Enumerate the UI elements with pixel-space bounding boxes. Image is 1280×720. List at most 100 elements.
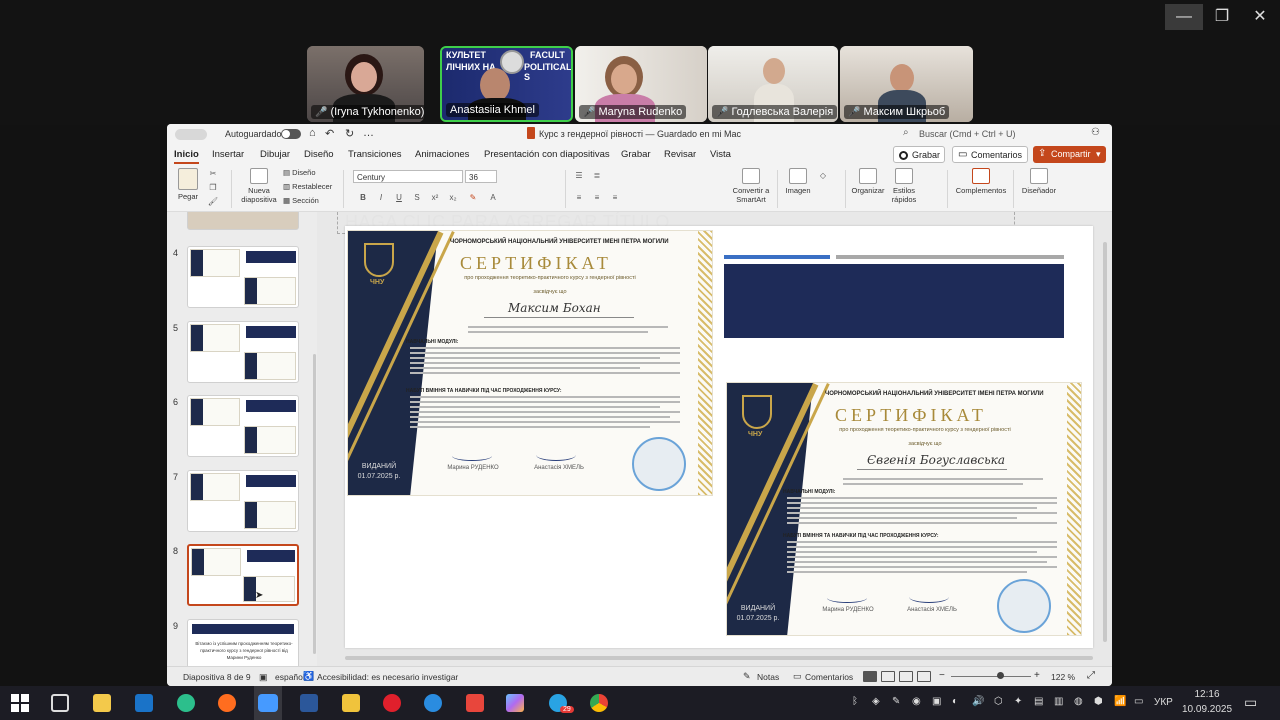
tray-app-icon[interactable]: ⬢ [1094,696,1103,707]
outlook-icon[interactable] [135,694,153,712]
windows-start-icon[interactable] [11,694,29,712]
spelling-icon[interactable]: ▣ [259,672,268,683]
bullets-icon[interactable]: ☰ [573,170,585,181]
normal-view-icon[interactable] [863,671,877,682]
tab-revisar[interactable]: Revisar [664,149,696,160]
zoom-slider-handle[interactable] [997,672,1004,679]
tray-app-icon[interactable]: ▥ [1054,696,1063,707]
participant-tile-active[interactable]: КУЛЬТЕТ ЛІЧНИХ НА FACULT POLITICAL S Ana… [440,46,573,122]
tray-app-icon[interactable]: ◍ [1074,696,1083,707]
cut-icon[interactable]: ✂ [207,168,219,179]
restore-button[interactable]: ❐ [1203,4,1241,30]
input-language[interactable]: УКР [1154,697,1173,708]
share-button[interactable]: ⇪ Compartir ▾ [1033,146,1106,163]
arrange-button[interactable]: Organizar [851,168,885,195]
accessibility-icon[interactable]: ♿ [303,671,314,682]
slide-thumbnail-4[interactable] [187,246,299,308]
superscript-icon[interactable]: x² [429,192,441,203]
accessibility-status[interactable]: Accesibilidad: es necesario investigar [317,672,458,682]
current-slide[interactable]: ЧНУ ЧОРНОМОРСЬКИЙ НАЦІОНАЛЬНИЙ УНІВЕРСИТ… [345,226,1093,648]
bold-icon[interactable]: B [357,192,369,203]
participant-tile[interactable]: 🎤 (Iryna Tykhonenko) [307,46,424,122]
slide-thumbnail-9[interactable]: Вітаємо із успішним проходженням теорети… [187,619,299,666]
more-icon[interactable]: … [363,127,374,139]
layout-button[interactable]: ▤ Diseño [283,168,316,177]
minimize-button[interactable]: — [1165,4,1203,30]
task-view-icon[interactable] [51,694,69,712]
search-input[interactable]: Buscar (Cmd + Ctrl + U) [919,129,1016,139]
copy-icon[interactable]: ❐ [207,182,219,193]
comments-status-button[interactable]: Comentarios [805,672,853,682]
font-family-select[interactable]: Century [353,170,463,183]
font-size-select[interactable]: 36 [465,170,497,183]
addins-button[interactable]: Complementos [953,168,1009,195]
search-icon[interactable]: ⌕ [903,127,909,138]
edge-icon[interactable] [177,694,195,712]
wps-office-icon[interactable] [466,694,484,712]
zoom-out-icon[interactable]: − [939,670,945,681]
speaker-icon[interactable]: 🔊 [972,696,984,707]
tab-diseno[interactable]: Diseño [304,149,334,160]
tab-animaciones[interactable]: Animaciones [415,149,469,160]
word-icon[interactable] [300,694,318,712]
italic-icon[interactable]: I [375,192,387,203]
canvas-horizontal-scrollbar[interactable] [345,656,1093,660]
strikethrough-icon[interactable]: S [411,192,423,203]
record-button[interactable]: Grabar [893,146,945,163]
tray-app-icon[interactable]: ◐ [952,696,958,707]
opera-icon[interactable] [383,694,401,712]
canvas-vertical-scrollbar[interactable] [1103,242,1107,642]
chrome-icon[interactable] [590,694,608,712]
tab-presentacion[interactable]: Presentación con diapositivas [484,149,610,160]
slideshow-view-icon[interactable] [917,671,931,682]
reset-button[interactable]: ▥ Restablecer [283,182,332,191]
tab-transiciones[interactable]: Transiciones [348,149,402,160]
numbering-icon[interactable]: ≣ [591,170,603,181]
sidebar-toggle-icon[interactable] [175,129,207,140]
highlight-icon[interactable]: ✎ [467,192,479,203]
pen-icon[interactable]: ✎ [892,696,900,707]
slide-thumbnail-8-selected[interactable]: ➤ [187,544,299,606]
align-center-icon[interactable]: ≡ [591,192,603,203]
font-color-icon[interactable]: A [487,192,499,203]
tab-inicio[interactable]: Inicio [174,149,199,164]
clock-date[interactable]: 10.09.2025 [1182,704,1232,715]
tray-app-icon[interactable]: ◈ [872,696,880,707]
new-slide-button[interactable]: Nueva diapositiva [237,168,281,204]
tray-app-icon[interactable]: ▤ [1034,696,1043,707]
certificate-image[interactable]: ЧНУ ЧОРНОМОРСЬКИЙ НАЦІОНАЛЬНИЙ УНІВЕРСИТ… [726,382,1082,636]
clock-time[interactable]: 12:16 [1182,689,1232,700]
bluetooth-icon[interactable]: ᛒ [852,696,858,707]
file-explorer-icon[interactable] [342,694,360,712]
align-left-icon[interactable]: ≡ [573,192,585,203]
designer-button[interactable]: Diseñador [1019,168,1059,195]
align-right-icon[interactable]: ≡ [609,192,621,203]
tab-vista[interactable]: Vista [710,149,731,160]
quick-styles-button[interactable]: Estilos rápidos [887,168,921,204]
subscript-icon[interactable]: x₂ [447,192,459,203]
participant-tile[interactable]: 🎤 Годлевська Валерія [708,46,838,122]
image-button[interactable]: Imagen [783,168,813,195]
tray-app-icon[interactable]: ▣ [932,696,941,707]
slide-thumbnail-6[interactable] [187,395,299,457]
fit-slide-icon[interactable]: ⤢ [1087,670,1095,681]
battery-icon[interactable]: ▭ [1134,696,1143,707]
slide-thumbnail-7[interactable] [187,470,299,532]
zoom-slider[interactable] [951,676,1031,677]
firefox-icon[interactable] [218,694,236,712]
comments-status-icon[interactable]: ▭ [793,671,802,682]
certificate-image[interactable]: ЧНУ ЧОРНОМОРСЬКИЙ НАЦІОНАЛЬНИЙ УНІВЕРСИТ… [347,230,713,496]
slide-thumbnail-3[interactable] [187,212,299,230]
convert-smartart-button[interactable]: Convertir a SmartArt [731,168,771,204]
language-label[interactable]: español [275,672,305,682]
slide-thumbnail-5[interactable] [187,321,299,383]
comments-button[interactable]: ▭ Comentarios [952,146,1028,163]
sorter-view-icon[interactable] [881,671,895,682]
microsoft-store-icon[interactable] [93,694,111,712]
participant-tile[interactable]: 🎤 Maryna Rudenko [575,46,707,122]
zoom-in-icon[interactable]: + [1034,670,1040,681]
tray-app-icon[interactable]: ⬡ [994,696,1003,707]
copilot-icon[interactable] [506,694,524,712]
notes-button[interactable]: Notas [757,672,779,682]
underline-icon[interactable]: U [393,192,405,203]
